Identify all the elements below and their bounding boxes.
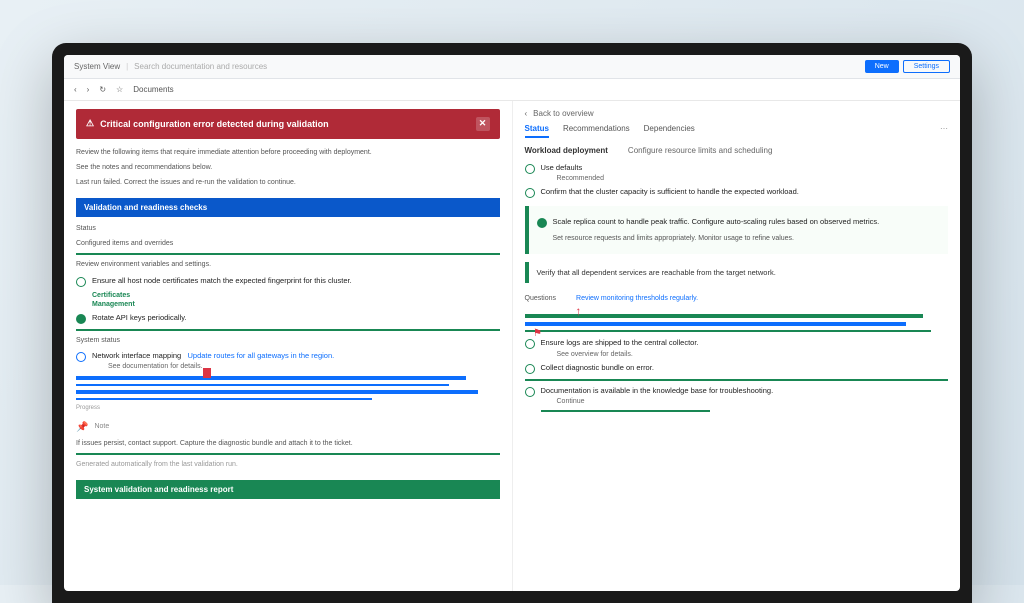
check-item: Rotate API keys periodically.	[76, 313, 500, 324]
radio-icon[interactable]	[525, 364, 535, 374]
tab-status[interactable]: Status	[525, 124, 549, 138]
bookmark-icon[interactable]: ☆	[116, 85, 123, 94]
arrow-up-icon: ↑	[575, 304, 581, 318]
intro-text-1: Review the following items that require …	[76, 147, 500, 158]
note-item: 📌 Note	[76, 422, 500, 433]
tab-recommendations[interactable]: Recommendations	[563, 124, 630, 138]
right-column: ‹ Back to overview Status Recommendation…	[513, 101, 961, 591]
tab-dependencies[interactable]: Dependencies	[644, 124, 695, 138]
info-block: Verify that all dependent services are r…	[525, 262, 949, 283]
check-icon[interactable]	[76, 314, 86, 324]
search-placeholder[interactable]: Search documentation and resources	[134, 62, 267, 71]
info-block: Scale replica count to handle peak traff…	[525, 206, 949, 254]
progress-bars-right: ↑ ⚑	[525, 314, 949, 332]
flag-icon: ⚑	[533, 328, 542, 339]
radio-icon[interactable]	[525, 188, 535, 198]
alert-text: Critical configuration error detected du…	[100, 119, 329, 129]
pin-icon: 📌	[76, 422, 88, 433]
tabs: Status Recommendations Dependencies ⋯	[525, 124, 949, 138]
more-icon[interactable]: ⋯	[940, 124, 948, 138]
flag-icon	[203, 368, 211, 378]
alert-banner: ⚠ Critical configuration error detected …	[76, 109, 500, 139]
bullet-icon	[537, 218, 547, 228]
radio-icon[interactable]	[525, 339, 535, 349]
check-item: Collect diagnostic bundle on error.	[525, 363, 949, 374]
toolbar: ‹ › ↻ ☆ Documents	[64, 79, 960, 101]
secondary-button[interactable]: Settings	[903, 60, 950, 73]
radio-icon[interactable]	[525, 387, 535, 397]
divider	[76, 253, 500, 255]
check-item: Network interface mapping Update routes …	[76, 351, 500, 371]
intro-text-2: See the notes and recommendations below.	[76, 162, 500, 173]
section-header-1: Validation and readiness checks	[76, 198, 500, 217]
toolbar-label: Documents	[133, 85, 173, 94]
intro-text-3: Last run failed. Correct the issues and …	[76, 177, 500, 188]
primary-button[interactable]: New	[865, 60, 899, 73]
chevron-left-icon: ‹	[525, 109, 528, 118]
back-link[interactable]: ‹ Back to overview	[525, 109, 949, 118]
screen: System View | Search documentation and r…	[64, 55, 960, 591]
content: ⚠ Critical configuration error detected …	[64, 101, 960, 591]
radio-icon[interactable]	[525, 164, 535, 174]
progress-bars	[76, 376, 500, 400]
option-item[interactable]: Use defaultsRecommended	[525, 163, 949, 183]
footer-banner: System validation and readiness report	[76, 480, 500, 499]
check-item: Ensure all host node certificates match …	[76, 276, 500, 287]
brand-label: System View	[74, 62, 120, 71]
warning-icon: ⚠	[86, 118, 94, 129]
check-item: Ensure logs are shipped to the central c…	[525, 338, 949, 358]
refresh-icon[interactable]: ↻	[99, 85, 106, 94]
radio-icon[interactable]	[76, 352, 86, 362]
left-column: ⚠ Critical configuration error detected …	[64, 101, 513, 591]
top-bar: System View | Search documentation and r…	[64, 55, 960, 79]
radio-icon[interactable]	[76, 277, 86, 287]
forward-icon[interactable]: ›	[87, 85, 90, 94]
check-item: Documentation is available in the knowle…	[525, 386, 949, 406]
back-icon[interactable]: ‹	[74, 85, 77, 94]
close-icon[interactable]: ✕	[476, 117, 490, 131]
option-item[interactable]: Confirm that the cluster capacity is suf…	[525, 187, 949, 198]
laptop-frame: System View | Search documentation and r…	[52, 43, 972, 603]
